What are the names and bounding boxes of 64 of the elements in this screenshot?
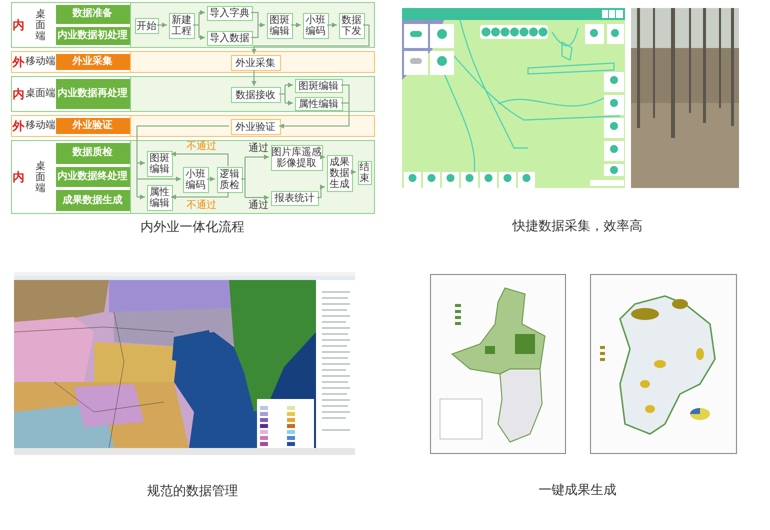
process-step: 图斑编辑 [146,151,172,177]
process-step: 属性编辑 [294,97,342,111]
side-label: 内 [12,19,24,31]
connector-arrow [244,154,269,160]
connector-arrow [244,195,269,200]
process-step: 数据下发 [338,13,364,39]
connector-arrow [136,176,181,182]
side-label: 内 [12,88,24,100]
connector-arrow [350,170,356,174]
process-step: 开始 [134,18,158,34]
connector-arrow [170,152,228,166]
connector-arrow [198,10,205,15]
stage-label: 内业数据初处理 [56,26,130,45]
process-step: 小班编码 [182,167,208,193]
process-step: 导入字典 [206,6,252,21]
process-step: 图斑编辑 [294,79,342,93]
process-step: 导入数据 [206,31,252,46]
stage-label: 数据质检 [56,143,130,164]
connector-arrow [198,35,205,40]
connector-arrow [136,194,145,200]
branch-label: 通过 [248,200,268,211]
stage-label: 内业数据终处理 [56,166,130,188]
process-step: 外业验证 [230,119,280,135]
process-step: 新建工程 [168,13,194,39]
process-step: 成果数据生成 [326,155,352,192]
stage-label: 外业验证 [56,118,130,134]
connector-arrow [156,22,167,28]
stage-label: 成果数据生成 [56,190,130,212]
connector-arrow [284,82,293,88]
process-step: 图片库遥感影像提取 [270,145,322,171]
process-step: 报表统计 [270,191,318,206]
stage-label: 内业数据再处理 [56,79,130,109]
process-step: 外业采集 [230,55,280,71]
platform-label: 桌面端 [36,160,46,194]
platform-label: 移动端 [26,121,56,131]
branch-label: 不通过 [186,141,216,152]
branch-label: 不通过 [186,200,216,211]
side-label: 外 [12,120,24,132]
platform-label: 移动端 [26,57,56,67]
connector-arrow [316,184,325,198]
process-step: 小班编码 [302,13,328,39]
process-step: 数据接收 [230,87,280,103]
side-label: 内 [12,171,24,183]
connector-arrow [251,70,256,86]
process-step: 结束 [358,161,372,185]
caption: 一键成果生成 [538,481,616,499]
process-step: 逻辑质检 [216,167,242,193]
connector-arrow [170,192,228,200]
side-label: 外 [12,56,24,68]
platform-label: 桌面端 [26,89,56,99]
platform-label: 桌面端 [36,8,46,42]
process-step: 图斑编辑 [266,13,292,39]
caption: 快捷数据采集，效率高 [512,217,642,235]
caption: 规范的数据管理 [147,482,238,500]
connector-arrow [320,154,325,160]
connector-line [250,12,258,38]
connector-line [340,84,349,104]
branch-label: 通过 [248,143,268,154]
process-step: 属性编辑 [146,185,172,211]
caption: 内外业一体化流程 [140,218,244,236]
stage-label: 数据准备 [56,5,130,24]
stage-label: 外业采集 [56,54,130,70]
connector-arrow [136,160,145,166]
connector-arrow [206,176,215,182]
